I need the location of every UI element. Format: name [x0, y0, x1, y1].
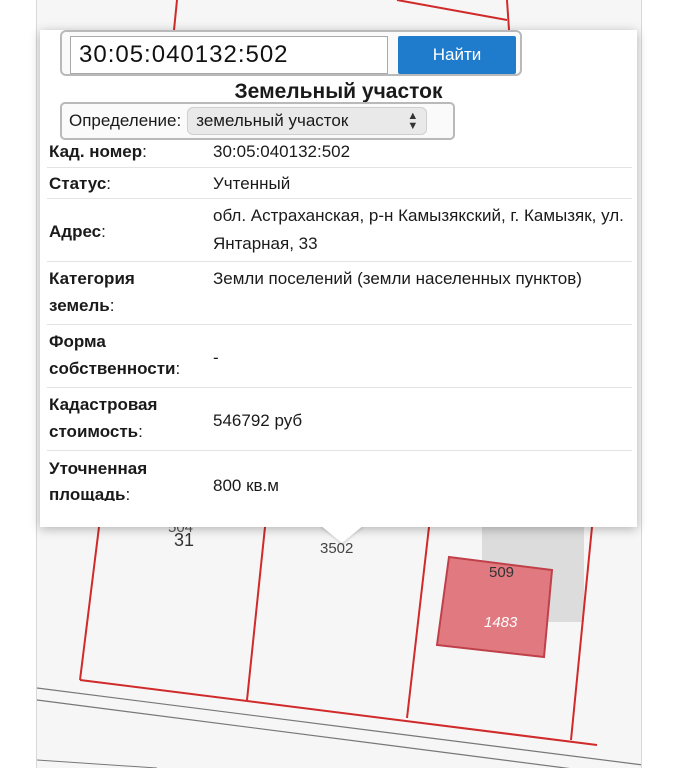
table-row: Кадастровая стоимость: 546792 руб: [47, 388, 632, 451]
definition-label: Определение:: [69, 111, 182, 130]
table-row: Категория земель: Земли поселений (земли …: [47, 262, 632, 325]
parcel-info-popup: Найти Земельный участок Определение: зем…: [40, 30, 637, 527]
table-row: Уточненная площадь: 800 кв.м: [47, 451, 632, 501]
cadastral-search-input[interactable]: [70, 36, 388, 74]
field-value-cadastral-value: 546792 руб: [213, 410, 303, 430]
popup-pointer: [320, 525, 364, 543]
field-label: Категория земель:: [49, 269, 135, 315]
field-label: Уточненная площадь:: [49, 459, 148, 501]
field-label: Форма собственности:: [49, 332, 181, 378]
table-row: Статус: Учтенный: [47, 168, 632, 199]
field-label: Кадастровая стоимость:: [49, 395, 158, 441]
field-label: Кад. номер:: [49, 142, 147, 161]
map-label-1483: 1483: [484, 614, 518, 631]
definition-select[interactable]: земельный участок ▲ ▼: [187, 107, 428, 135]
field-value-cadastral-number: 30:05:040132:502: [213, 142, 351, 161]
screen: 504 31 3502 509 1483 Найти Земельный уча…: [0, 0, 678, 768]
field-label: Адрес:: [49, 222, 106, 241]
search-button[interactable]: Найти: [398, 36, 516, 74]
field-value-ownership-form: -: [213, 347, 219, 367]
definition-select-value: земельный участок: [196, 111, 349, 130]
table-row: Адрес: обл. Астраханская, р-н Камызякски…: [47, 199, 632, 262]
table-row: Форма собственности: -: [47, 325, 632, 388]
search-bar: Найти: [60, 30, 522, 76]
map-label-31: 31: [174, 530, 194, 550]
popup-title: Земельный участок: [234, 80, 443, 103]
field-value-land-category: Земли поселений (земли населенных пункто…: [213, 269, 582, 288]
chevron-updown-icon: ▲ ▼: [407, 110, 419, 132]
definition-row: Определение: земельный участок ▲ ▼: [60, 102, 455, 140]
field-label: Статус:: [49, 174, 112, 193]
parcel-attributes-table: Кад. номер: 30:05:040132:502 Статус: Учт…: [47, 136, 632, 501]
field-value-address: обл. Астраханская, р-н Камызякский, г. К…: [213, 206, 624, 253]
table-row: Кад. номер: 30:05:040132:502: [47, 136, 632, 168]
field-value-area: 800 кв.м: [213, 475, 279, 495]
field-value-status: Учтенный: [213, 174, 291, 193]
map-label-509: 509: [489, 564, 514, 581]
